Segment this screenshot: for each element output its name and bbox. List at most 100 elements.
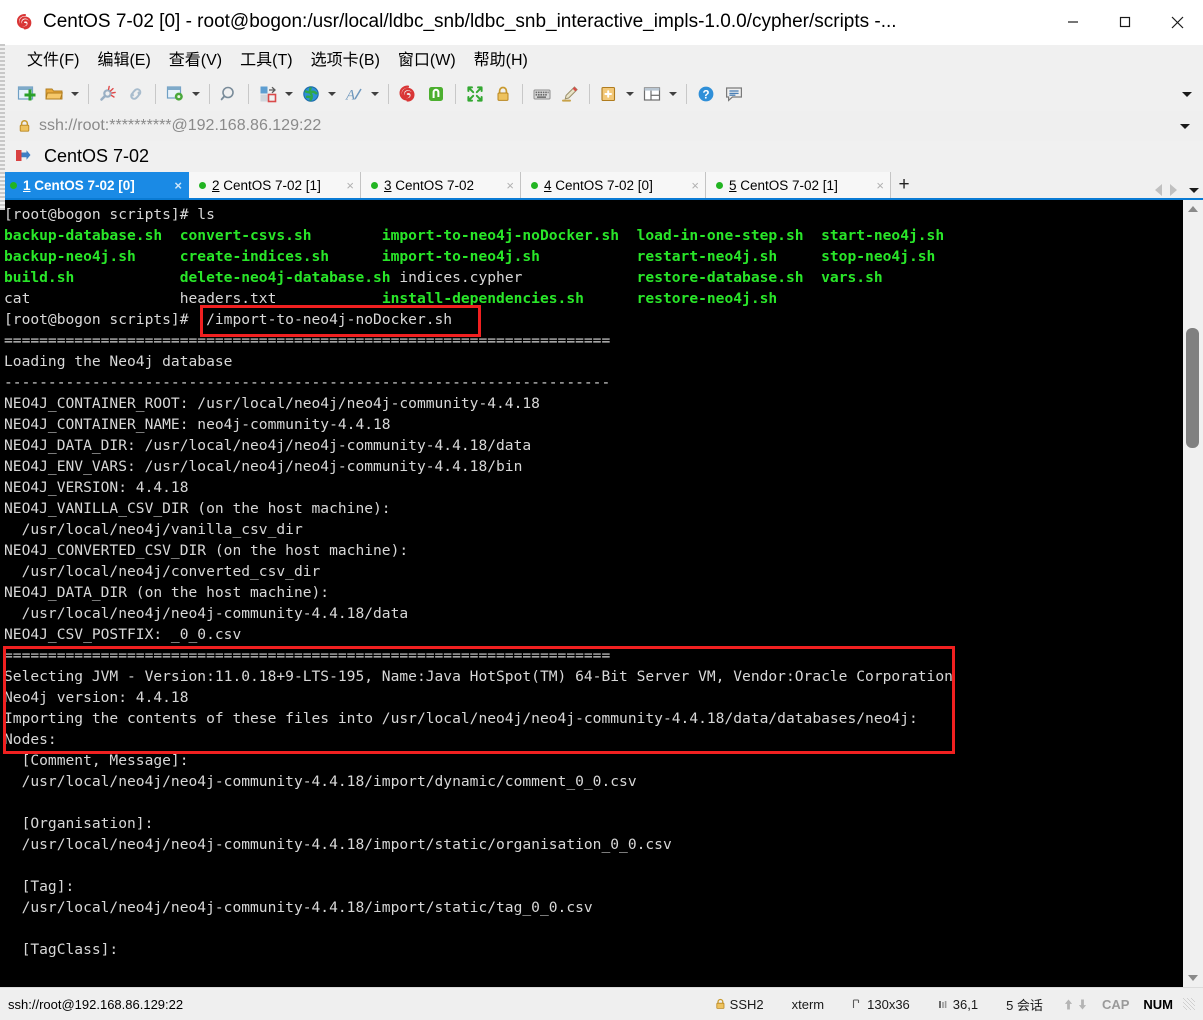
tab-4-centos-7-02-0[interactable]: 4 CentOS 7-02 [0] × <box>521 172 706 198</box>
new-session-icon[interactable] <box>13 81 39 107</box>
toolbar-overflow-chevron-icon[interactable] <box>1179 77 1195 111</box>
terminal-text: [root@bogon scripts]# ./import-to-neo4j-… <box>4 311 453 328</box>
tab-close-icon[interactable]: × <box>346 179 354 192</box>
menu-tabs[interactable]: 选项卡(B) <box>302 47 389 75</box>
tab-2-centos-7-02-1[interactable]: 2 CentOS 7-02 [1] × <box>189 172 361 198</box>
open-folder-dropdown-icon[interactable] <box>68 81 81 107</box>
terminal-output[interactable]: [root@bogon scripts]# ls backup-database.… <box>0 200 1182 987</box>
xftp-icon[interactable] <box>423 81 449 107</box>
tab-status-dot-icon <box>531 181 538 189</box>
help-icon[interactable]: ? <box>693 81 719 107</box>
session-header: CentOS 7-02 <box>0 141 1203 171</box>
split-layout-dropdown-icon[interactable] <box>666 81 679 107</box>
tab-close-icon[interactable]: × <box>691 179 699 192</box>
tab-label: 3 CentOS 7-02 <box>384 177 475 193</box>
tab-status-dot-icon <box>10 181 17 189</box>
terminal-scrollbar[interactable] <box>1182 200 1203 987</box>
terminal-line: Selecting JVM - Version:11.0.18+9-LTS-19… <box>4 666 1182 687</box>
globe-dropdown-icon[interactable] <box>325 81 338 107</box>
tab-number: 5 <box>729 177 737 193</box>
terminal-line: Nodes: <box>4 729 1182 750</box>
file-transfer-icon[interactable] <box>255 81 281 107</box>
fullscreen-icon[interactable] <box>462 81 488 107</box>
menu-file[interactable]: 文件(F) <box>18 47 88 75</box>
globe-icon[interactable] <box>298 81 324 107</box>
status-protocol-label: SSH2 <box>729 996 764 1012</box>
new-tab-button[interactable]: + <box>891 172 917 198</box>
window-title: CentOS 7-02 [0] - root@bogon:/usr/local/… <box>43 11 897 32</box>
font-dropdown-icon[interactable] <box>368 81 381 107</box>
status-right-group: SSH2 xterm 130x36 36,1 5 会话 CAP NUM <box>701 995 1195 1014</box>
resize-icon <box>852 998 863 1010</box>
font-icon[interactable]: A <box>341 81 367 107</box>
menu-edit[interactable]: 编辑(E) <box>88 47 159 75</box>
menu-window[interactable]: 窗口(W) <box>389 47 465 75</box>
tab-scroll-right-icon[interactable] <box>1170 184 1177 196</box>
terminal-text: NEO4J_DATA_DIR (on the host machine): <box>4 584 330 601</box>
address-chevron-down-icon[interactable] <box>1177 111 1193 141</box>
terminal-line: [Tag]: <box>4 876 1182 897</box>
file-transfer-dropdown-icon[interactable] <box>282 81 295 107</box>
tab-list-chevron-down-icon[interactable] <box>1189 187 1199 193</box>
maximize-button[interactable] <box>1099 0 1151 44</box>
tab-5-centos-7-02-1[interactable]: 5 CentOS 7-02 [1] × <box>706 172 891 198</box>
tab-number: 2 <box>212 177 220 193</box>
terminal-text: [root@bogon scripts]# ls <box>4 206 215 223</box>
status-lock-icon <box>715 998 726 1010</box>
session-properties-dropdown-icon[interactable] <box>189 81 202 107</box>
tab-3-centos-7-02[interactable]: 3 CentOS 7-02 × <box>361 172 521 198</box>
open-folder-icon[interactable] <box>41 81 67 107</box>
tab-close-icon[interactable]: × <box>876 179 884 192</box>
scrollbar-thumb[interactable] <box>1186 328 1199 448</box>
toolbar-separator <box>248 84 249 104</box>
terminal-text: /usr/local/neo4j/vanilla_csv_dir <box>4 521 303 538</box>
menu-help[interactable]: 帮助(H) <box>465 47 537 75</box>
lock-icon[interactable] <box>490 81 516 107</box>
menu-view[interactable]: 查看(V) <box>160 47 231 75</box>
address-input[interactable]: ssh://root:**********@192.168.86.129:22 <box>39 117 321 135</box>
toolbar-separator <box>88 84 89 104</box>
add-tab-icon[interactable] <box>596 81 622 107</box>
terminal-text-green: build.sh delete-neo4j-database.sh <box>4 269 400 286</box>
tab-close-icon[interactable]: × <box>506 179 514 192</box>
add-tab-dropdown-icon[interactable] <box>623 81 636 107</box>
terminal-line: [Comment, Message]: <box>4 750 1182 771</box>
search-icon[interactable] <box>216 81 242 107</box>
scroll-up-arrow-icon[interactable] <box>1184 200 1202 218</box>
terminal-line: /usr/local/neo4j/neo4j-community-4.4.18/… <box>4 771 1182 792</box>
terminal-text: Importing the contents of these files in… <box>4 710 918 727</box>
close-button[interactable] <box>1151 0 1203 44</box>
highlighter-icon[interactable] <box>557 81 583 107</box>
resize-grip[interactable] <box>1183 998 1195 1010</box>
status-connection-label: ssh://root@192.168.86.129:22 <box>8 996 184 1012</box>
tab-close-icon[interactable]: × <box>174 179 182 192</box>
split-layout-icon[interactable] <box>639 81 665 107</box>
tab-scroll-left-icon[interactable] <box>1155 184 1162 196</box>
chat-icon[interactable] <box>721 81 747 107</box>
svg-text:?: ? <box>702 89 709 101</box>
session-arrow-icon <box>14 148 32 164</box>
terminal-line: NEO4J_VANILLA_CSV_DIR (on the host machi… <box>4 498 1182 519</box>
address-bar[interactable]: ssh://root:**********@192.168.86.129:22 <box>0 111 1203 141</box>
terminal-line: NEO4J_DATA_DIR (on the host machine): <box>4 582 1182 603</box>
scroll-down-arrow-icon[interactable] <box>1184 969 1202 987</box>
status-terminal-type: xterm <box>791 996 825 1012</box>
scrollbar-track[interactable] <box>1183 218 1203 969</box>
keyboard-icon[interactable] <box>529 81 555 107</box>
terminal-line: ----------------------------------------… <box>4 372 1182 393</box>
terminal-line: cat headers.txt install-dependencies.sh … <box>4 288 1182 309</box>
status-caps-lock: CAP <box>1101 996 1130 1012</box>
disconnect-icon[interactable] <box>95 81 121 107</box>
menu-tools[interactable]: 工具(T) <box>231 47 301 75</box>
minimize-button[interactable] <box>1047 0 1099 44</box>
reconnect-link-icon[interactable] <box>123 81 149 107</box>
session-properties-icon[interactable] <box>162 81 188 107</box>
tab-1-centos-7-02-0[interactable]: 1 CentOS 7-02 [0] × <box>0 172 189 198</box>
terminal-text: Nodes: <box>4 731 57 748</box>
toolbar-separator <box>455 84 456 104</box>
status-protocol: SSH2 <box>701 997 778 1012</box>
xshell-app-icon <box>16 13 34 31</box>
terminal-text: Loading the Neo4j database <box>4 353 233 370</box>
xshell-icon[interactable] <box>395 81 421 107</box>
